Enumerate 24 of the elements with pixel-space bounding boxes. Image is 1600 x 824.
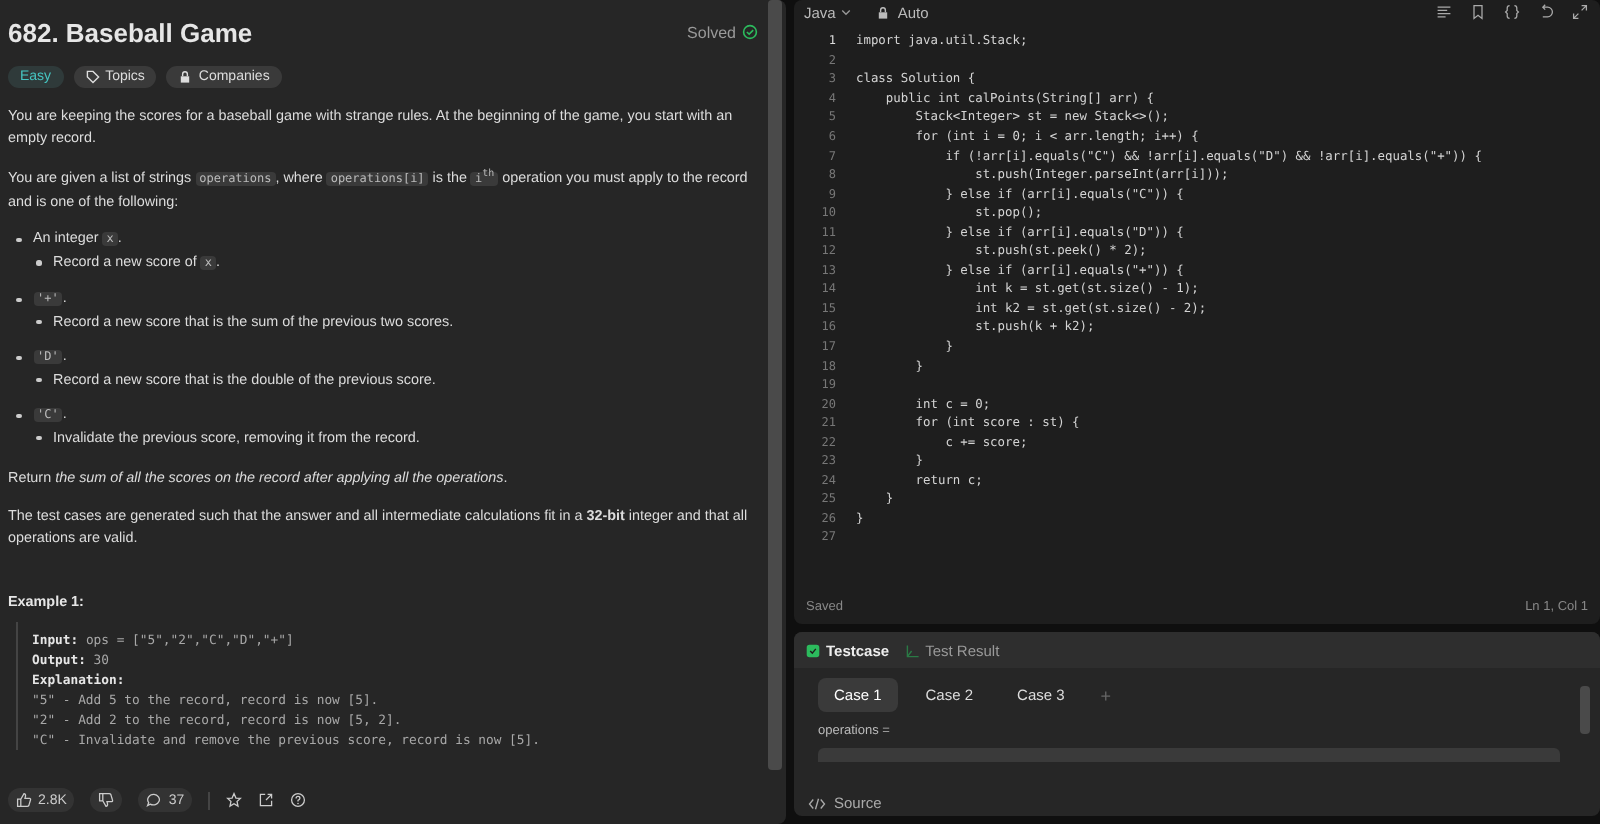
reset-icon[interactable] [1538,4,1554,20]
code-icon [808,795,826,811]
dislike-button[interactable] [90,788,123,812]
help-icon[interactable] [290,792,307,808]
terminal-icon [905,643,920,657]
solved-status: Solved [687,23,736,41]
thumbs-down-icon [98,792,115,808]
thumbs-up-icon [16,792,32,808]
share-icon[interactable] [258,792,275,808]
star-icon[interactable] [226,792,243,808]
scrollbar[interactable] [768,0,782,770]
scrollbar[interactable] [1580,686,1590,734]
speech-bubble-icon [146,792,163,808]
braces-icon[interactable] [1504,4,1520,20]
format-icon[interactable] [1436,4,1452,20]
caret-icon [839,6,852,18]
lock-icon [178,70,193,84]
expand-icon[interactable] [1572,4,1588,20]
problem-title: 682. Baseball Game [8,17,255,47]
checkbox-icon [806,643,820,657]
tag-icon [85,70,100,84]
bookmark-icon[interactable] [1470,4,1486,20]
lock-icon [875,5,890,19]
check-circle-icon [742,24,758,40]
